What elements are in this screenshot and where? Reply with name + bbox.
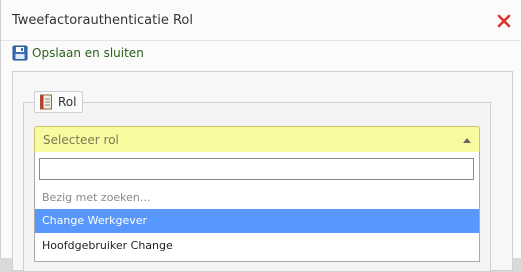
role-legend: Rol: [34, 91, 84, 113]
role-search-input[interactable]: [39, 158, 474, 180]
role-legend-label: Rol: [58, 95, 77, 109]
role-select-placeholder: Selecteer rol: [43, 133, 119, 147]
search-status: Bezig met zoeken...: [42, 191, 151, 204]
dialog-title: Tweefactorauthenticatie Rol: [12, 13, 193, 28]
save-and-close-label: Opslaan en sluiten: [32, 46, 144, 60]
floppy-disk-icon: [12, 45, 28, 61]
book-icon: [40, 94, 52, 110]
close-icon[interactable]: [497, 14, 511, 28]
role-option[interactable]: Change Werkgever: [35, 209, 479, 233]
role-option[interactable]: Hoofdgebruiker Change: [35, 234, 479, 258]
chevron-up-icon: [463, 138, 471, 143]
save-and-close-button[interactable]: Opslaan en sluiten: [12, 44, 144, 62]
dialog-titlebar: Tweefactorauthenticatie Rol: [1, 0, 521, 41]
dialog: Tweefactorauthenticatie Rol Opslaan en s…: [0, 0, 522, 272]
role-select[interactable]: Selecteer rol: [34, 126, 480, 153]
